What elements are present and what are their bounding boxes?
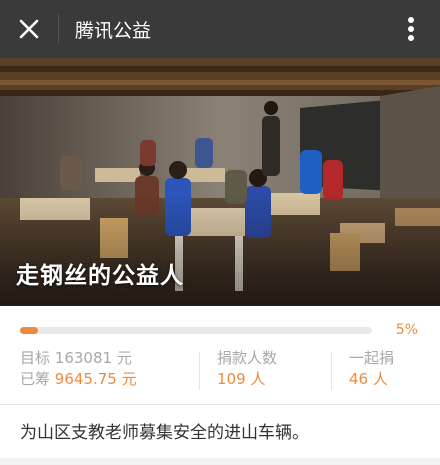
progress-fill — [20, 327, 38, 334]
funding-stat: 目标 163081 元 已筹 9645.75 元 — [20, 348, 137, 394]
top-bar: 腾讯公益 — [0, 0, 440, 58]
donors-stat: 捐款人数 109 人 — [217, 348, 277, 394]
hero-image[interactable]: 走钢丝的公益人 — [0, 58, 440, 306]
progress-percent: 5% — [395, 322, 418, 338]
together-value: 46 人 — [349, 370, 388, 388]
stats-divider — [331, 352, 332, 390]
raised-value: 9645.75 元 — [54, 370, 137, 388]
donors-label: 捐款人数 — [217, 349, 278, 367]
target-value: 163081 元 — [54, 349, 132, 367]
close-icon — [19, 19, 39, 39]
more-options-button[interactable] — [382, 0, 440, 58]
target-label: 目标 — [20, 349, 51, 367]
project-description: 为山区支教老师募集安全的进山车辆。 — [20, 423, 309, 443]
together-label: 一起捐 — [349, 349, 395, 367]
hero-caption: 走钢丝的公益人 — [16, 263, 184, 289]
raised-label: 已筹 — [20, 370, 51, 388]
raised-line: 已筹 9645.75 元 — [20, 368, 137, 390]
target-line: 目标 163081 元 — [20, 348, 137, 368]
section-divider — [0, 404, 440, 405]
donors-value: 109 人 — [217, 370, 266, 388]
close-button[interactable] — [0, 0, 58, 58]
stats-divider — [199, 352, 200, 390]
stats-row: 目标 163081 元 已筹 9645.75 元 捐款人数 109 人 一起捐 … — [0, 348, 440, 394]
more-vertical-icon — [408, 17, 414, 41]
bottom-spacer — [0, 458, 440, 465]
header-divider — [58, 14, 59, 44]
together-stat[interactable]: 一起捐 46 人 — [349, 348, 394, 394]
page-title: 腾讯公益 — [75, 19, 152, 42]
progress-bar — [20, 327, 372, 334]
